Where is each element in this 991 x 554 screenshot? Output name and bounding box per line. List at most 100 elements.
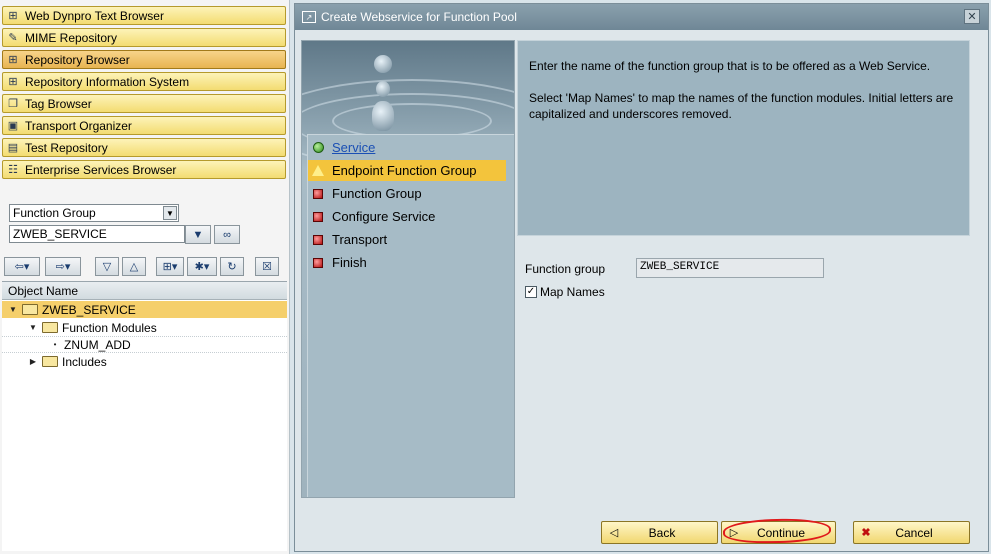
expand-icon: △ [129,261,139,273]
back-arrow-button[interactable]: ⇦▾ [4,257,40,276]
back-button[interactable]: ◁ Back [601,521,718,544]
tree-row-znum-add[interactable]: • ZNUM_ADD [2,336,287,353]
close-tree-button[interactable]: ☒ [255,257,279,276]
folder-icon [22,304,38,315]
hierarchy-icon: ⊞▾ [162,261,178,273]
nav-button-label: Enterprise Services Browser [25,162,177,177]
map-names-checkbox[interactable]: ✓ [525,286,537,298]
dialog-title: Create Webservice for Function Pool [321,10,517,24]
tree-row-label: Function Modules [62,320,157,335]
settings-button[interactable]: ✱▾ [187,257,217,276]
arrow-right-icon: ⇨▾ [55,261,71,273]
asterisk-icon: ✱▾ [194,261,210,273]
instruction-text: Enter the name of the function group tha… [529,59,931,73]
wizard-step-label: Transport [332,232,388,247]
wizard-step-endpoint-function-group[interactable]: Endpoint Function Group [308,160,506,181]
tree-row-zweb-service[interactable]: ▼ ZWEB_SERVICE [2,301,287,318]
tree-row-label: Includes [62,354,107,369]
leaf-bullet-icon: • [53,340,57,349]
forward-arrow-button[interactable]: ⇨▾ [45,257,81,276]
nav-button-label: MIME Repository [25,30,118,45]
close-icon: ☒ [262,261,272,273]
wizard-step-service[interactable]: Service [308,137,506,158]
expand-toggle-icon[interactable]: ▼ [8,305,18,314]
hierarchy-icon: ⊞ [8,10,18,22]
tree-row-includes[interactable]: ▶ Includes [2,353,287,370]
truck-icon: ▣ [7,120,19,132]
nav-button-repository-browser[interactable]: ⊞ Repository Browser [2,50,286,69]
nav-button-mime-repository[interactable]: ✎ MIME Repository [2,28,286,47]
status-green-icon [312,142,324,154]
wizard-graphic-panel: Service Endpoint Function Group Function… [301,40,515,498]
nav-button-enterprise-services-browser[interactable]: ☷ Enterprise Services Browser [2,160,286,179]
dialog-window-icon: ↗ [302,11,316,23]
left-panel: ⊞ Web Dynpro Text Browser ✎ MIME Reposit… [0,0,290,554]
edit-icon: ✎ [8,32,18,44]
wizard-step-label: Endpoint Function Group [332,163,477,178]
continue-icon: ▷ [729,527,739,539]
cancel-button[interactable]: ✖ Cancel [853,521,970,544]
map-names-label: Map Names [540,285,605,299]
dialog-title-bar[interactable]: ↗ Create Webservice for Function Pool ✕ [295,4,988,30]
create-webservice-dialog: ↗ Create Webservice for Function Pool ✕ … [294,3,989,552]
folder-icon [42,356,58,367]
tree-row-function-modules[interactable]: ▼ Function Modules [2,319,287,336]
nav-button-label: Test Repository [25,140,108,155]
nav-button-tag-browser[interactable]: ❐ Tag Browser [2,94,286,113]
back-button-label: Back [648,525,676,540]
map-names-option[interactable]: ✓ Map Names [525,285,605,299]
nav-button-test-repository[interactable]: ▤ Test Repository [2,138,286,157]
nav-button-label: Repository Information System [25,74,190,89]
wizard-step-label[interactable]: Service [332,140,375,155]
object-type-select[interactable]: Function Group ▼ [9,204,179,222]
hierarchy-button[interactable]: ⊞▾ [156,257,184,276]
back-icon: ◁ [609,527,619,539]
expand-toggle-icon[interactable]: ▼ [28,323,38,332]
nav-button-web-dynpro-text-browser[interactable]: ⊞ Web Dynpro Text Browser [2,6,286,25]
nav-button-label: Web Dynpro Text Browser [25,8,164,23]
object-type-value: Function Group [13,206,96,220]
display-button[interactable]: ∞ [214,225,240,244]
object-name-dropdown-button[interactable]: ▼ [185,225,211,244]
wizard-step-function-group: Function Group [308,183,506,204]
tree-row-label: ZWEB_SERVICE [42,302,136,317]
nav-button-transport-organizer[interactable]: ▣ Transport Organizer [2,116,286,135]
refresh-button[interactable]: ↻ [220,257,244,276]
wizard-step-transport: Transport [308,229,506,250]
folder-icon [42,322,58,333]
continue-button[interactable]: ▷ Continue [721,521,836,544]
status-red-icon [312,257,324,269]
continue-button-label: Continue [756,525,806,540]
test-icon: ▤ [7,142,19,154]
expand-toggle-icon[interactable]: ▶ [28,357,38,366]
function-group-field[interactable]: ZWEB_SERVICE [636,258,824,278]
arrow-left-icon: ⇦▾ [14,261,30,273]
hierarchy-icon: ⊞ [8,76,18,88]
warning-triangle-icon [311,164,325,177]
wizard-step-label: Function Group [332,186,422,201]
nav-button-repository-information-system[interactable]: ⊞ Repository Information System [2,72,286,91]
chevron-down-icon: ▼ [192,228,204,241]
chevron-down-icon[interactable]: ▼ [163,206,177,220]
instruction-text: Select 'Map Names' to map the names of t… [529,91,954,121]
expand-button[interactable]: △ [122,257,146,276]
status-red-icon [312,211,324,223]
water-drop-image [302,41,514,169]
cancel-button-label: Cancel [895,525,933,540]
close-icon[interactable]: ✕ [964,9,980,24]
function-group-label: Function group [525,262,606,276]
collapse-icon: ▽ [102,261,112,273]
tag-icon: ❐ [8,98,18,110]
wizard-step-label: Configure Service [332,209,436,224]
collapse-button[interactable]: ▽ [95,257,119,276]
refresh-icon: ↻ [227,261,237,273]
wizard-step-label: Finish [332,255,367,270]
nav-button-label: Transport Organizer [25,118,132,133]
nav-button-label: Repository Browser [25,52,130,67]
instructions-panel: Enter the name of the function group tha… [517,40,970,236]
wizard-steps-list: Service Endpoint Function Group Function… [307,134,514,497]
services-icon: ☷ [8,164,18,176]
hierarchy-icon: ⊞ [8,54,18,66]
object-name-input[interactable]: ZWEB_SERVICE [9,225,185,243]
wizard-step-finish: Finish [308,252,506,273]
